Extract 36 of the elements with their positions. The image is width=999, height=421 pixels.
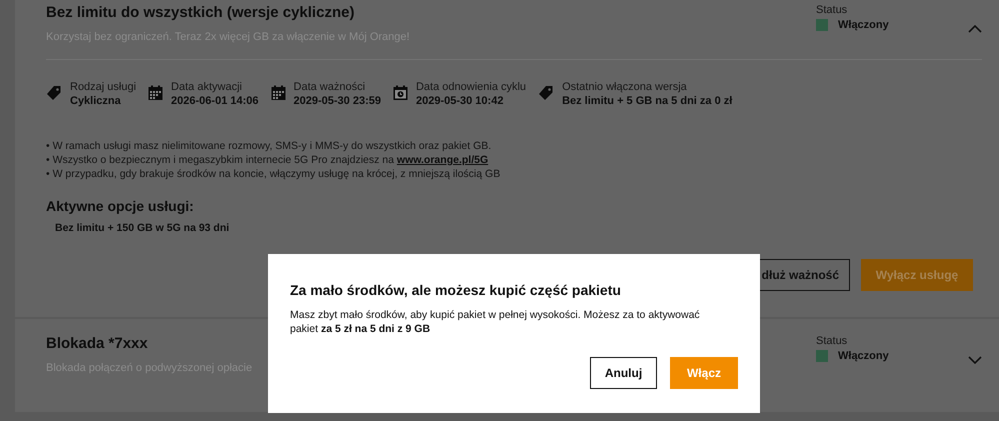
dialog-title: Za mało środków, ale możesz kupić część pakietu — [290, 282, 621, 298]
calendar-icon — [270, 85, 286, 101]
website-link[interactable]: www.orange.pl/5G — [396, 154, 488, 166]
bullet-text: • W ramach usługi masz nielimitowane rozmowy, SMS-y i MMS-y do wszystkich oraz pakiet GB. — [46, 140, 492, 152]
status-value: Włączony — [838, 19, 889, 31]
detail-label: Ostatnio włączona wersja — [562, 81, 687, 93]
status-value: Włączony — [838, 350, 889, 362]
confirm-button[interactable]: Włącz — [670, 357, 738, 389]
section-heading: Aktywne opcje usługi: — [46, 198, 194, 214]
status-indicator-icon — [816, 19, 828, 31]
detail-value: 2029-05-30 10:42 — [416, 95, 504, 107]
status-label: Status — [816, 4, 848, 16]
chevron-down-icon[interactable] — [968, 356, 982, 364]
tag-icon — [538, 85, 554, 101]
detail-label: Data aktywacji — [171, 81, 242, 93]
detail-value: Cykliczna — [70, 95, 121, 107]
service-title: Bez limitu do wszystkich (wersje cykliczne) — [46, 4, 354, 21]
detail-label: Data ważności — [294, 81, 366, 93]
cancel-button[interactable]: Anuluj — [590, 357, 657, 389]
disable-service-button[interactable]: Wyłącz usługę — [861, 259, 973, 291]
calendar-clock-icon — [392, 85, 408, 101]
chevron-up-icon[interactable] — [968, 25, 982, 33]
detail-label: Data odnowienia cyklu — [416, 81, 526, 93]
calendar-icon — [148, 85, 164, 101]
tag-icon — [46, 85, 62, 101]
active-option: Bez limitu + 150 GB w 5G na 93 dni — [55, 222, 230, 234]
status-indicator-icon — [816, 350, 828, 362]
detail-value: 2029-05-30 23:59 — [294, 95, 381, 107]
detail-label: Rodzaj usługi — [70, 81, 136, 93]
detail-value: 2026-06-01 14:06 — [171, 95, 259, 107]
detail-value: Bez limitu + 5 GB na 5 dni za 0 zł — [562, 95, 732, 107]
service-title: Blokada *7xxx — [46, 335, 148, 352]
bullet-text: • Wszystko o bezpiecznym i megaszybkim internecie 5G Pro znajdziesz na www.orange.pl/5G — [46, 154, 488, 166]
status-label: Status — [816, 335, 848, 347]
dialog-message: Masz zbyt mało środków, aby kupić pakiet w pełnej wysokości. Możesz za to aktywować pakiet za 5 zł na 5 dni z 9 GB — [290, 308, 701, 336]
bullet-text: • W przypadku, gdy brakuje środków na koncie, włączymy usługę na krócej, z mniejszą ilością GB — [46, 168, 500, 180]
